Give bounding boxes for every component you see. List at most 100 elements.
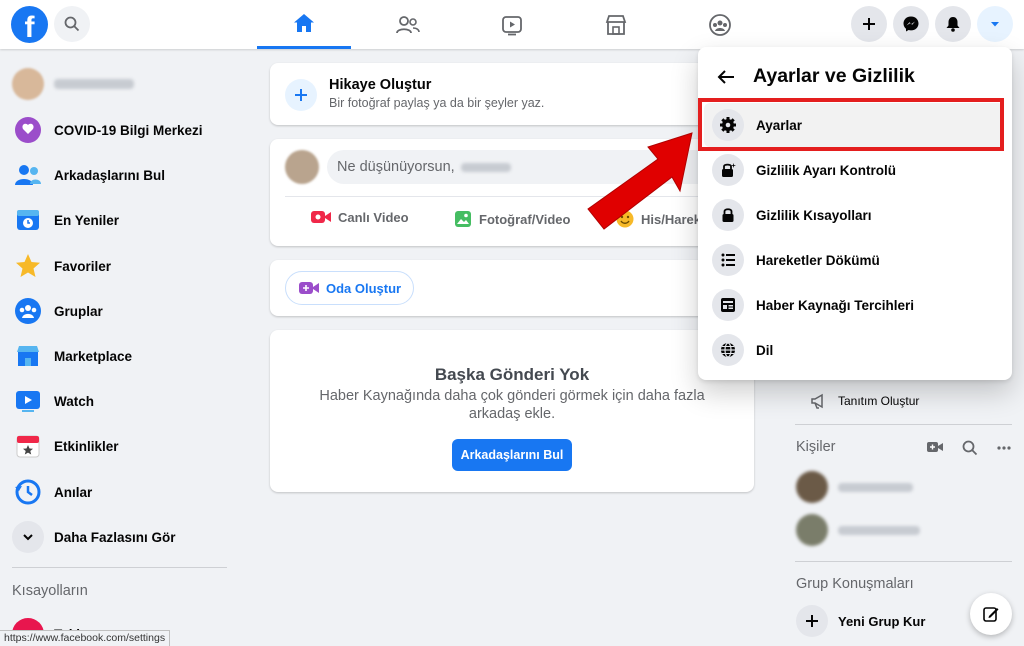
- annotation-arrow: [587, 132, 693, 230]
- photo-video-label: Fotoğraf/Video: [479, 211, 571, 227]
- create-ad-label: Tanıtım Oluştur: [838, 394, 920, 408]
- lock-icon: [712, 199, 744, 231]
- menu-item-label: Hareketler Dökümü: [756, 252, 880, 268]
- menu-item-feed-preferences[interactable]: Haber Kaynağı Tercihleri: [704, 283, 1004, 327]
- profile-name-blurred: [54, 79, 134, 89]
- sidebar-item-find-friends[interactable]: Arkadaşlarını Bul: [8, 153, 228, 197]
- status-bar-url: https://www.facebook.com/settings: [0, 630, 171, 646]
- new-message-button[interactable]: [970, 593, 1012, 635]
- sidebar-divider: [12, 567, 227, 568]
- story-title: Hikaye Oluştur: [329, 77, 432, 93]
- privacy-lock-icon: [712, 154, 744, 186]
- sidebar-item-groups[interactable]: Gruplar: [8, 289, 228, 333]
- plus-icon: [295, 89, 307, 101]
- create-button[interactable]: [851, 6, 887, 42]
- sidebar-item-watch[interactable]: Watch: [8, 379, 228, 423]
- groups-icon: [12, 295, 44, 327]
- messenger-icon: [903, 16, 919, 32]
- sidebar-item-label: Etkinlikler: [54, 438, 119, 454]
- composer-prompt: Ne düşünüyorsun,: [337, 159, 455, 175]
- tab-friends[interactable]: [361, 0, 455, 49]
- add-story-button[interactable]: [285, 79, 317, 111]
- shortcuts-heading: Kısayolların: [12, 583, 88, 599]
- messenger-button[interactable]: [893, 6, 929, 42]
- no-posts-card: Başka Gönderi Yok Haber Kaynağında daha …: [270, 330, 754, 492]
- sidebar-item-label: Gruplar: [54, 303, 103, 319]
- home-icon: [294, 14, 314, 32]
- sidebar-item-marketplace[interactable]: Marketplace: [8, 334, 228, 378]
- sidebar-item-profile[interactable]: [8, 62, 228, 106]
- avatar: [796, 471, 828, 503]
- sidebar-item-favorites[interactable]: Favoriler: [8, 244, 228, 288]
- right-divider: [795, 424, 1012, 425]
- new-group-item[interactable]: Yeni Grup Kur: [796, 605, 925, 637]
- feed-prefs-icon: [712, 289, 744, 321]
- create-ad-item[interactable]: Tanıtım Oluştur: [810, 392, 919, 410]
- menu-item-language[interactable]: Dil: [704, 328, 1004, 372]
- megaphone-icon: [811, 393, 823, 409]
- group-chats-heading: Grup Konuşmaları: [796, 576, 914, 592]
- new-group-label: Yeni Grup Kur: [838, 613, 926, 629]
- find-friends-icon: [12, 159, 44, 191]
- menu-item-activity-log[interactable]: Hareketler Dökümü: [704, 238, 1004, 282]
- sidebar-item-label: Favoriler: [54, 258, 112, 274]
- tab-watch[interactable]: [465, 0, 559, 49]
- top-navigation-bar: f: [0, 0, 1024, 49]
- video-call-icon[interactable]: [926, 440, 944, 454]
- create-story-card[interactable]: Hikaye Oluştur Bir fotoğraf paylaş ya da…: [270, 63, 754, 125]
- live-video-button[interactable]: Canlı Video: [310, 209, 409, 225]
- no-posts-text: Haber Kaynağında daha çok gönderi görmek…: [319, 388, 705, 422]
- marketplace-icon: [605, 14, 627, 35]
- sidebar-item-label: Anılar: [54, 484, 93, 500]
- caret-down-icon: [991, 22, 999, 27]
- sidebar-item-events[interactable]: Etkinlikler: [8, 424, 228, 468]
- sidebar-item-label: En Yeniler: [54, 212, 120, 228]
- menu-item-privacy-checkup[interactable]: Gizlilik Ayarı Kontrolü: [704, 148, 1004, 192]
- sidebar-item-most-recent[interactable]: En Yeniler: [8, 198, 228, 242]
- marketplace-icon: [12, 340, 44, 372]
- sidebar-item-label: Marketplace: [54, 348, 133, 364]
- tab-marketplace[interactable]: [569, 0, 663, 49]
- sidebar-item-see-more[interactable]: Daha Fazlasını Gör: [8, 515, 228, 559]
- contact-row[interactable]: [796, 471, 913, 503]
- star-icon: [12, 250, 44, 282]
- search-button[interactable]: [54, 6, 90, 42]
- facebook-logo[interactable]: f: [11, 6, 48, 43]
- tab-home[interactable]: [257, 0, 351, 49]
- sidebar-item-covid[interactable]: COVID-19 Bilgi Merkezi: [8, 108, 228, 152]
- menu-title: Ayarlar ve Gizlilik: [753, 65, 915, 87]
- groups-icon: [709, 13, 731, 36]
- tab-groups[interactable]: [673, 0, 767, 49]
- contact-row[interactable]: [796, 514, 920, 546]
- find-friends-button[interactable]: Arkadaşlarını Bul: [452, 439, 572, 471]
- live-video-icon: [311, 211, 331, 223]
- photo-icon: [455, 211, 471, 227]
- more-options-icon[interactable]: [996, 445, 1012, 451]
- compose-icon: [983, 607, 999, 622]
- photo-video-button[interactable]: Fotoğraf/Video: [453, 209, 570, 229]
- account-menu-button[interactable]: [977, 6, 1013, 42]
- arrow-left-icon: [717, 70, 734, 84]
- rooms-card: Oda Oluştur: [270, 260, 754, 316]
- sidebar-item-memories[interactable]: Anılar: [8, 470, 228, 514]
- bell-icon: [946, 17, 960, 32]
- menu-item-privacy-shortcuts[interactable]: Gizlilik Kısayolları: [704, 193, 1004, 237]
- chevron-down-icon: [12, 521, 44, 553]
- globe-icon: [712, 334, 744, 366]
- watch-icon: [502, 15, 522, 35]
- plus-icon: [863, 18, 875, 30]
- list-icon: [712, 244, 744, 276]
- calendar-icon: [12, 430, 44, 462]
- contact-name-blurred: [838, 525, 920, 535]
- right-divider-2: [795, 561, 1012, 562]
- sidebar-item-label: COVID-19 Bilgi Merkezi: [54, 122, 203, 138]
- most-recent-icon: [12, 204, 44, 236]
- covid-info-icon: [12, 114, 44, 146]
- notifications-button[interactable]: [935, 6, 971, 42]
- sidebar-item-label: Arkadaşlarını Bul: [54, 167, 166, 183]
- back-button[interactable]: [712, 63, 740, 91]
- avatar: [796, 514, 828, 546]
- search-icon[interactable]: [962, 440, 978, 456]
- create-room-button[interactable]: Oda Oluştur: [285, 271, 415, 305]
- avatar: [285, 150, 319, 184]
